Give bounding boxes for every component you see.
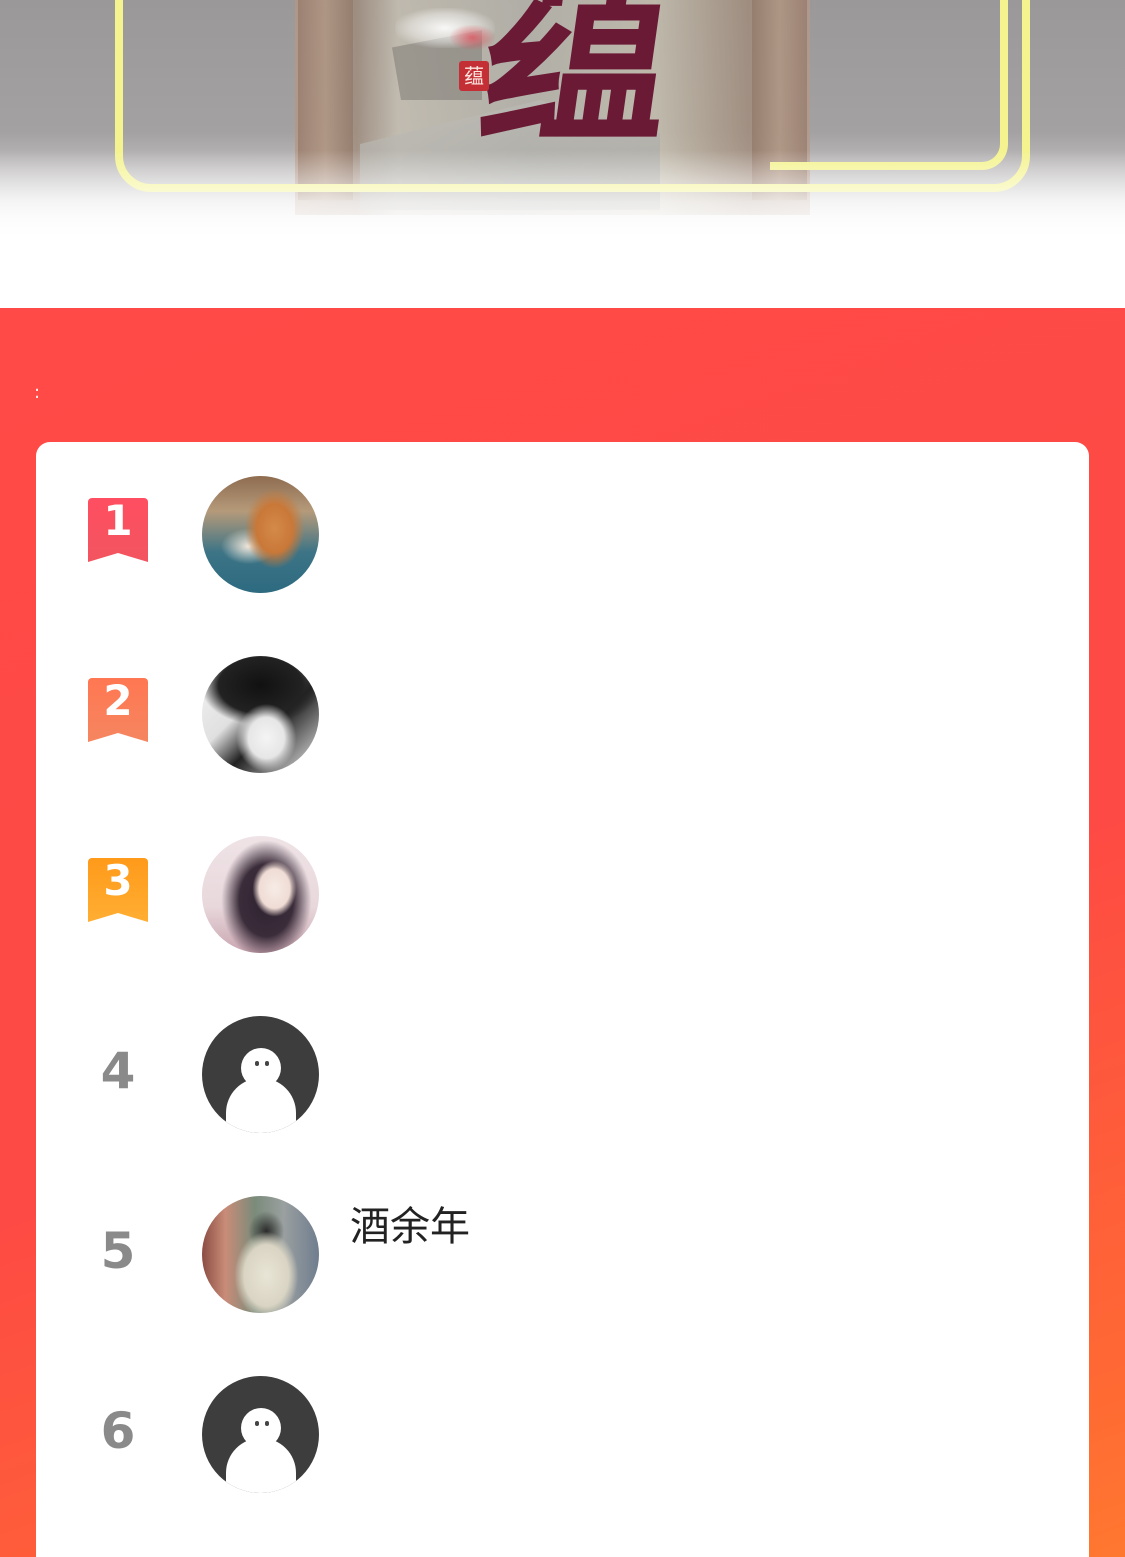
rank-number: 2 [103, 676, 133, 725]
default-avatar-icon [224, 1408, 298, 1493]
list-item[interactable]: 5 酒余年 [36, 1162, 1089, 1342]
rank-number: 3 [103, 856, 133, 905]
rank-number: 1 [103, 496, 133, 545]
list-item[interactable]: 3 [36, 802, 1089, 982]
rank-badge: 6 [88, 1398, 148, 1464]
avatar[interactable] [202, 1016, 319, 1133]
list-item[interactable]: 2 [36, 622, 1089, 802]
avatar[interactable] [202, 1376, 319, 1493]
ranking-panel: : 1 2 3 4 5 酒余年 6 [0, 308, 1125, 1557]
rank-badge: 4 [88, 1038, 148, 1104]
rank-badge: 1 [88, 496, 148, 564]
ranking-list: 1 2 3 4 5 酒余年 6 [36, 442, 1089, 1557]
comic-cover-banner[interactable]: 蕴 蕴 [0, 0, 1125, 240]
panel-header-mark: : [34, 382, 41, 403]
list-item[interactable]: 1 [36, 442, 1089, 622]
avatar[interactable] [202, 656, 319, 773]
rank-badge: 3 [88, 856, 148, 924]
default-avatar-icon [224, 1048, 298, 1133]
rank-number: 5 [100, 1222, 136, 1280]
avatar[interactable] [202, 476, 319, 593]
avatar[interactable] [202, 1196, 319, 1313]
rank-number: 6 [100, 1402, 136, 1460]
rank-number: 4 [100, 1042, 136, 1100]
cover-frame-inner [770, 0, 1008, 170]
avatar[interactable] [202, 836, 319, 953]
rank-badge: 2 [88, 676, 148, 744]
list-item[interactable]: 4 [36, 982, 1089, 1162]
user-name[interactable]: 酒余年 [350, 1202, 470, 1252]
list-item[interactable]: 6 [36, 1342, 1089, 1522]
banner-fade [0, 150, 1125, 240]
rank-badge: 5 [88, 1218, 148, 1284]
